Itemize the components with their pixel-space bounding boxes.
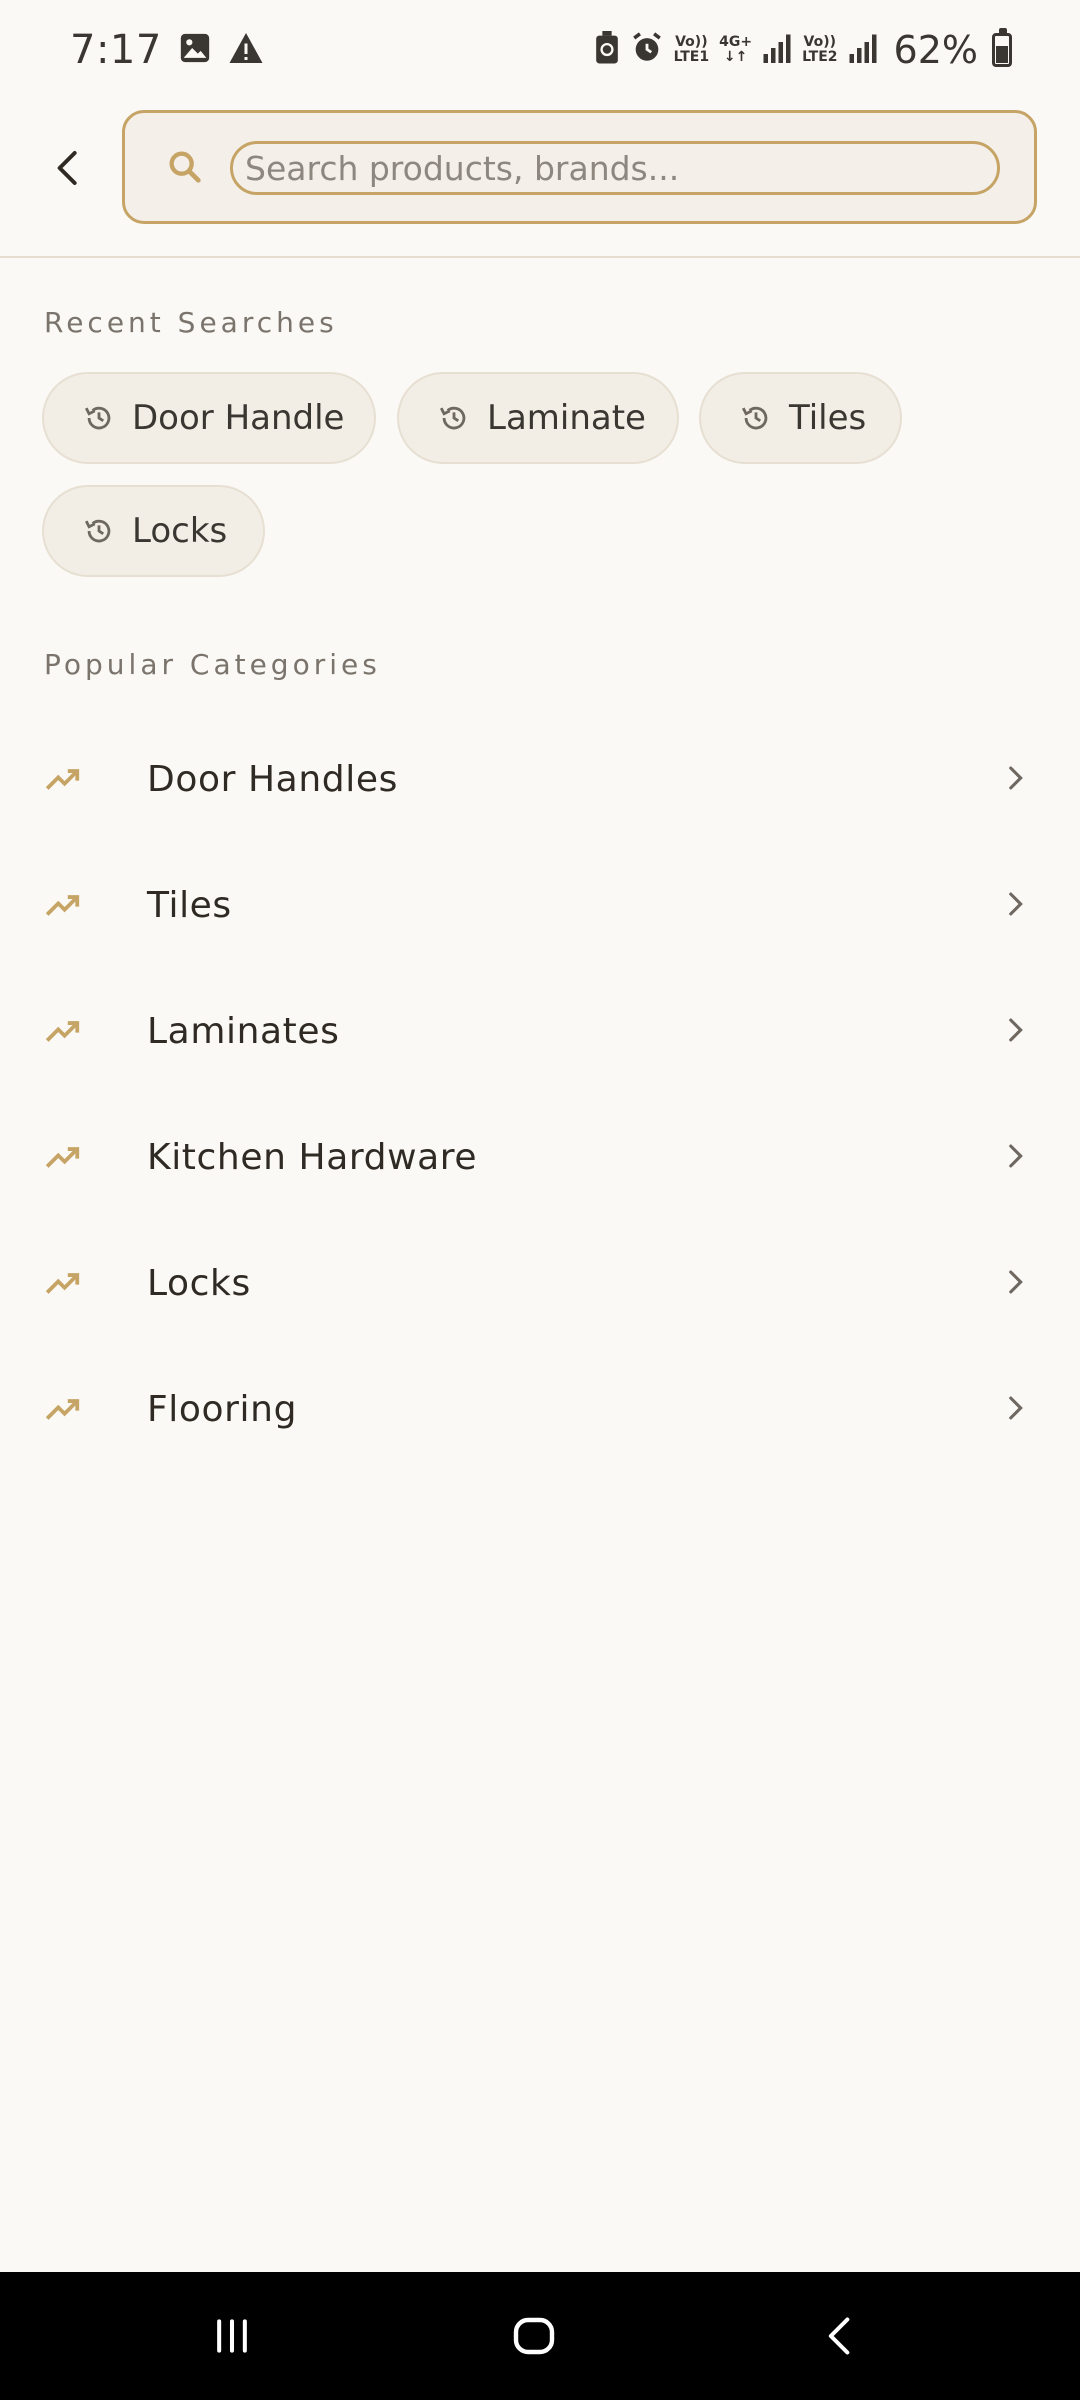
back-arrow-icon <box>57 151 77 185</box>
4g-data-icon: 4G+ ↓↑ <box>719 35 752 65</box>
nav-back-button[interactable] <box>800 2300 880 2372</box>
recent-chip-tiles[interactable]: Tiles <box>699 372 902 464</box>
chevron-right-icon <box>1009 1144 1023 1168</box>
history-icon <box>84 406 111 430</box>
back-button[interactable] <box>40 140 96 196</box>
category-item-flooring[interactable]: Flooring <box>0 1346 1080 1472</box>
category-label: Flooring <box>147 1388 298 1430</box>
search-icon <box>169 151 201 183</box>
battery-saver-icon <box>594 31 620 69</box>
volte2-bottom-label: LTE2 <box>802 49 838 65</box>
signal-icon <box>762 33 792 67</box>
recent-chip-locks[interactable]: Locks <box>42 485 265 577</box>
recent-apps-icon <box>217 2319 247 2353</box>
history-icon <box>741 406 768 430</box>
status-time: 7:17 <box>70 27 162 73</box>
recent-apps-button[interactable] <box>192 2300 272 2372</box>
search-input[interactable] <box>230 141 1000 195</box>
search-header <box>0 100 1080 258</box>
gallery-icon <box>178 31 212 69</box>
warning-icon <box>228 31 264 69</box>
recent-chip-label: Tiles <box>789 398 867 438</box>
search-screen: 7:17 Vo)) LTE1 4G+ ↓↑ Vo)) LTE2 62% Sear… <box>0 0 1080 2400</box>
recent-chip-door-handle[interactable]: Door Handle <box>42 372 376 464</box>
search-box[interactable] <box>122 110 1037 224</box>
category-item-door-handles[interactable]: Door Handles <box>0 716 1080 842</box>
category-item-locks[interactable]: Locks <box>0 1220 1080 1346</box>
recent-chip-label: Locks <box>132 511 228 551</box>
chevron-right-icon <box>1009 1270 1023 1294</box>
recent-chip-label: Laminate <box>487 398 646 438</box>
category-label: Laminates <box>147 1010 340 1052</box>
data-type-label: 4G+ <box>719 34 753 50</box>
status-right: Vo)) LTE1 4G+ ↓↑ Vo)) LTE2 62% <box>594 28 1012 72</box>
trending-icon <box>45 769 80 790</box>
trending-icon <box>45 895 80 916</box>
home-icon <box>513 2317 555 2355</box>
history-icon <box>84 519 111 543</box>
recent-chip-laminate[interactable]: Laminate <box>397 372 679 464</box>
home-button[interactable] <box>494 2300 574 2372</box>
category-label: Tiles <box>147 884 232 926</box>
volte2-top-label: Vo)) <box>803 34 837 50</box>
category-item-laminates[interactable]: Laminates <box>0 968 1080 1094</box>
chevron-right-icon <box>1009 892 1023 916</box>
trending-icon <box>45 1147 80 1168</box>
popular-categories-list: Door Handles Tiles Laminates Kitchen Har… <box>0 716 1080 1472</box>
recent-searches-title: Recent Searches <box>44 306 338 339</box>
volte2-icon: Vo)) LTE2 <box>802 35 837 65</box>
category-label: Kitchen Hardware <box>147 1136 478 1178</box>
status-left: 7:17 <box>70 27 264 73</box>
volte1-bottom-label: LTE1 <box>673 49 710 65</box>
category-item-kitchen-hardware[interactable]: Kitchen Hardware <box>0 1094 1080 1220</box>
signal-icon <box>848 33 878 67</box>
battery-fill <box>996 45 1008 63</box>
history-icon <box>439 406 466 430</box>
volte1-top-label: Vo)) <box>675 34 708 50</box>
chevron-right-icon <box>1009 1396 1023 1420</box>
category-label: Locks <box>147 1262 251 1304</box>
category-label: Door Handles <box>147 758 398 800</box>
recent-chip-label: Door Handle <box>132 398 345 438</box>
volte1-icon: Vo)) LTE1 <box>674 35 709 65</box>
alarm-icon <box>630 31 664 69</box>
back-icon <box>828 2317 850 2355</box>
battery-percent: 62% <box>893 28 978 72</box>
trending-icon <box>45 1399 80 1420</box>
chevron-right-icon <box>1009 766 1023 790</box>
data-activity-label: ↓↑ <box>723 49 748 65</box>
category-item-tiles[interactable]: Tiles <box>0 842 1080 968</box>
system-nav-bar <box>0 2272 1080 2400</box>
status-bar: 7:17 Vo)) LTE1 4G+ ↓↑ Vo)) LTE2 62% <box>0 0 1080 100</box>
trending-icon <box>45 1273 80 1294</box>
chevron-right-icon <box>1009 1018 1023 1042</box>
trending-icon <box>45 1021 80 1042</box>
popular-categories-title: Popular Categories <box>44 648 381 681</box>
battery-icon <box>992 28 1012 67</box>
